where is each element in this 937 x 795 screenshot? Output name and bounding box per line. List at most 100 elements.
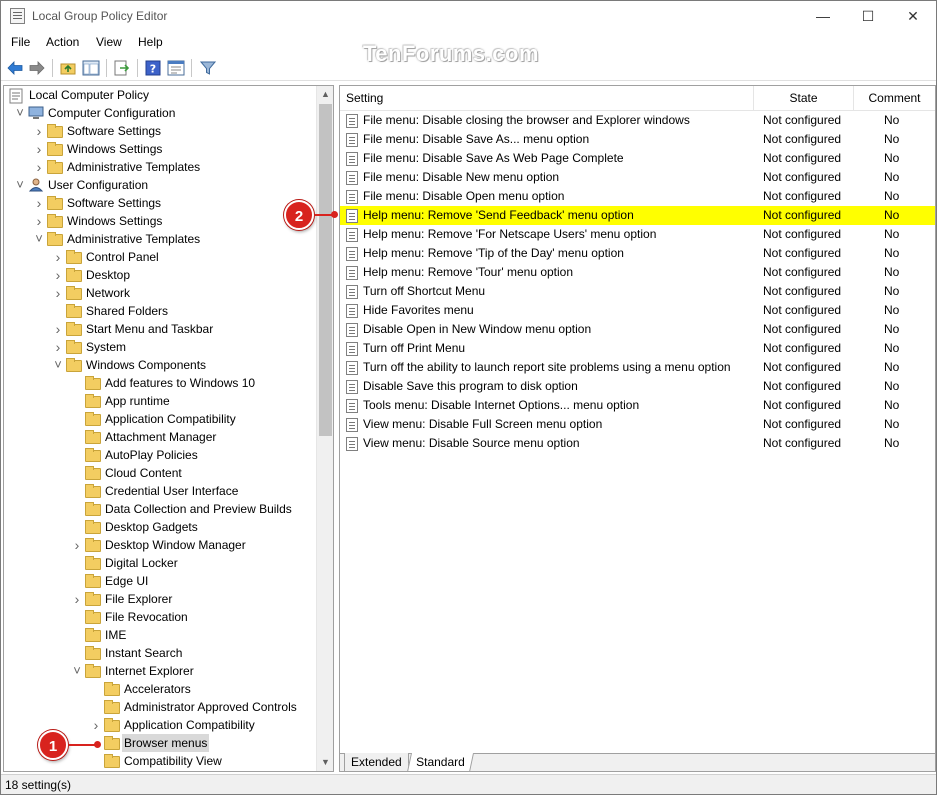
- setting-row[interactable]: File menu: Disable closing the browser a…: [340, 111, 935, 130]
- tree-item[interactable]: ˅ Internet Explorer: [4, 662, 316, 680]
- tree-item[interactable]: › Windows Settings: [4, 140, 316, 158]
- tree-item[interactable]: Credential User Interface: [4, 482, 316, 500]
- menu-file[interactable]: File: [11, 35, 30, 49]
- chevron-right-icon[interactable]: ›: [34, 212, 44, 230]
- tree-item[interactable]: › Control Panel: [4, 248, 316, 266]
- tree-item[interactable]: › Network: [4, 284, 316, 302]
- tree-item[interactable]: AutoPlay Policies: [4, 446, 316, 464]
- show-hide-tree-button[interactable]: [81, 58, 101, 78]
- setting-row[interactable]: Disable Open in New Window menu option No…: [340, 320, 935, 339]
- tree-item[interactable]: Edge UI: [4, 572, 316, 590]
- chevron-right-icon[interactable]: ›: [53, 266, 63, 284]
- chevron-down-icon[interactable]: ˅: [15, 176, 25, 194]
- tree-item[interactable]: Add features to Windows 10: [4, 374, 316, 392]
- chevron-right-icon[interactable]: ›: [34, 158, 44, 176]
- tree-item[interactable]: ˅ Administrative Templates: [4, 230, 316, 248]
- setting-row[interactable]: Help menu: Remove 'Tip of the Day' menu …: [340, 244, 935, 263]
- tree-item[interactable]: Desktop Gadgets: [4, 518, 316, 536]
- folder-icon: [85, 646, 101, 660]
- tree-item[interactable]: › Desktop: [4, 266, 316, 284]
- setting-row[interactable]: Turn off Shortcut Menu Not configured No: [340, 282, 935, 301]
- tree-item[interactable]: Administrator Approved Controls: [4, 698, 316, 716]
- chevron-down-icon[interactable]: ˅: [34, 230, 44, 248]
- setting-row[interactable]: Turn off the ability to launch report si…: [340, 358, 935, 377]
- tree-item[interactable]: Cloud Content: [4, 464, 316, 482]
- tree-item[interactable]: Accelerators: [4, 680, 316, 698]
- chevron-down-icon[interactable]: ˅: [53, 356, 63, 374]
- tree-item[interactable]: › Windows Settings: [4, 212, 316, 230]
- setting-row[interactable]: View menu: Disable Full Screen menu opti…: [340, 415, 935, 434]
- tree-item[interactable]: › File Explorer: [4, 590, 316, 608]
- setting-row[interactable]: File menu: Disable New menu option Not co…: [340, 168, 935, 187]
- chevron-right-icon[interactable]: ›: [53, 320, 63, 338]
- filter-button[interactable]: [198, 58, 218, 78]
- tree-item[interactable]: › Administrative Templates: [4, 158, 316, 176]
- chevron-right-icon[interactable]: ›: [72, 590, 82, 608]
- setting-row[interactable]: View menu: Disable Source menu option Not…: [340, 434, 935, 453]
- menu-action[interactable]: Action: [46, 35, 79, 49]
- back-button[interactable]: [5, 58, 25, 78]
- up-one-level-button[interactable]: [58, 58, 78, 78]
- tree-item[interactable]: Local Computer Policy: [4, 86, 316, 104]
- tree-item[interactable]: Application Compatibility: [4, 410, 316, 428]
- tree-item[interactable]: Attachment Manager: [4, 428, 316, 446]
- tree-vertical-scrollbar[interactable]: ▲ ▼: [316, 86, 333, 771]
- setting-row[interactable]: Help menu: Remove 'Tour' menu option Not …: [340, 263, 935, 282]
- chevron-right-icon[interactable]: ›: [34, 194, 44, 212]
- setting-row[interactable]: Help menu: Remove 'Send Feedback' menu o…: [340, 206, 935, 225]
- column-header-state[interactable]: State: [754, 86, 854, 110]
- chevron-down-icon[interactable]: ˅: [15, 104, 25, 122]
- setting-row[interactable]: Tools menu: Disable Internet Options... …: [340, 396, 935, 415]
- setting-comment: No: [884, 417, 900, 431]
- setting-row[interactable]: Hide Favorites menu Not configured No: [340, 301, 935, 320]
- tree-item[interactable]: ˅ Computer Configuration: [4, 104, 316, 122]
- setting-row[interactable]: Help menu: Remove 'For Netscape Users' m…: [340, 225, 935, 244]
- tree-item[interactable]: ˅ User Configuration: [4, 176, 316, 194]
- setting-row[interactable]: File menu: Disable Save As Web Page Comp…: [340, 149, 935, 168]
- chevron-right-icon[interactable]: ›: [34, 122, 44, 140]
- tree-item[interactable]: Data Collection and Preview Builds: [4, 500, 316, 518]
- menu-view[interactable]: View: [96, 35, 122, 49]
- chevron-right-icon[interactable]: ›: [53, 248, 63, 266]
- title-bar[interactable]: Local Group Policy Editor — ☐ ✕: [1, 1, 936, 31]
- scroll-down-arrow-icon[interactable]: ▼: [317, 754, 333, 771]
- tree-item[interactable]: App runtime: [4, 392, 316, 410]
- setting-row[interactable]: Disable Save this program to disk option…: [340, 377, 935, 396]
- help-button[interactable]: ?: [143, 58, 163, 78]
- close-button[interactable]: ✕: [890, 1, 936, 31]
- tree-item[interactable]: › Software Settings: [4, 194, 316, 212]
- maximize-button[interactable]: ☐: [845, 1, 891, 31]
- setting-row[interactable]: Turn off Print Menu Not configured No: [340, 339, 935, 358]
- chevron-right-icon[interactable]: ›: [53, 338, 63, 356]
- properties-button[interactable]: [166, 58, 186, 78]
- console-tree-pane[interactable]: Local Computer Policy ˅ Computer Configura…: [3, 85, 334, 772]
- menu-help[interactable]: Help: [138, 35, 163, 49]
- forward-button[interactable]: [27, 58, 47, 78]
- tree-item[interactable]: IME: [4, 626, 316, 644]
- tree-item[interactable]: Instant Search: [4, 644, 316, 662]
- tree-item[interactable]: › Start Menu and Taskbar: [4, 320, 316, 338]
- column-header-setting[interactable]: Setting: [340, 86, 754, 110]
- tree-item[interactable]: File Revocation: [4, 608, 316, 626]
- tree-item[interactable]: › Desktop Window Manager: [4, 536, 316, 554]
- tree-item[interactable]: Digital Locker: [4, 554, 316, 572]
- tab-extended[interactable]: Extended: [344, 753, 409, 771]
- chevron-down-icon[interactable]: ˅: [72, 662, 82, 680]
- chevron-right-icon[interactable]: ›: [34, 140, 44, 158]
- chevron-right-icon[interactable]: ›: [91, 716, 101, 734]
- tree-item[interactable]: › Software Settings: [4, 122, 316, 140]
- minimize-button[interactable]: —: [800, 1, 846, 31]
- scroll-up-arrow-icon[interactable]: ▲: [317, 86, 333, 103]
- tab-standard[interactable]: Standard: [406, 753, 474, 771]
- tree-item[interactable]: ˅ Windows Components: [4, 356, 316, 374]
- column-header-comment[interactable]: Comment: [854, 86, 935, 110]
- scroll-thumb[interactable]: [319, 104, 332, 436]
- tree-item[interactable]: Shared Folders: [4, 302, 316, 320]
- chevron-right-icon[interactable]: ›: [72, 536, 82, 554]
- tree-item[interactable]: › System: [4, 338, 316, 356]
- setting-row[interactable]: File menu: Disable Save As... menu optio…: [340, 130, 935, 149]
- setting-row[interactable]: File menu: Disable Open menu option Not c…: [340, 187, 935, 206]
- chevron-right-icon[interactable]: ›: [53, 284, 63, 302]
- settings-list-pane[interactable]: Setting State Comment File menu: Disable…: [339, 85, 936, 772]
- export-list-button[interactable]: [112, 58, 132, 78]
